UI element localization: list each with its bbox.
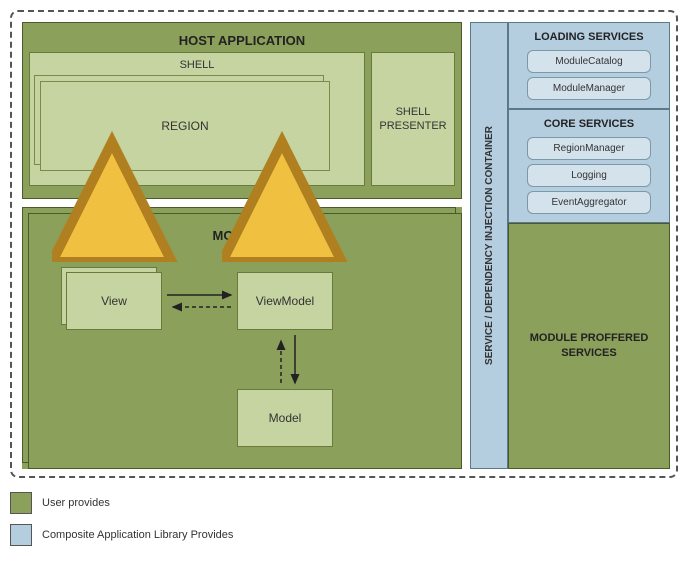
host-app-title: HOST APPLICATION [29, 29, 455, 52]
architecture-diagram: HOST APPLICATION SHELL REGION SHELL PRES… [10, 10, 678, 478]
event-aggregator-item: EventAggregator [527, 191, 651, 214]
shell-presenter-block: SHELL PRESENTER [371, 52, 455, 186]
legend-swatch-green [10, 492, 32, 514]
di-container-block: SERVICE / DEPENDENCY INJECTION CONTAINER [470, 22, 508, 469]
legend-user-row: User provides [10, 492, 678, 514]
shell-wrap: SHELL REGION SHELL PRESENTER [29, 52, 455, 186]
module-manager-item: ModuleManager [527, 77, 651, 100]
mvvm-area: View ViewModel Model [37, 249, 453, 449]
shell-title: SHELL [34, 57, 360, 73]
right-column: SERVICE / DEPENDENCY INJECTION CONTAINER… [470, 22, 670, 469]
legend-swatch-blue [10, 524, 32, 546]
modules-title: MODULES [37, 222, 453, 249]
module-catalog-item: ModuleCatalog [527, 50, 651, 73]
legend-lib-text: Composite Application Library Provides [42, 529, 233, 541]
legend-user-text: User provides [42, 497, 110, 509]
core-services-title: CORE SERVICES [544, 118, 634, 131]
loading-services-title: LOADING SERVICES [534, 31, 643, 44]
services-column: LOADING SERVICES ModuleCatalog ModuleMan… [508, 22, 670, 469]
logging-item: Logging [527, 164, 651, 187]
model-block: Model [237, 389, 333, 447]
shell-block: SHELL REGION [29, 52, 365, 186]
left-column: HOST APPLICATION SHELL REGION SHELL PRES… [22, 22, 462, 469]
di-container-label: SERVICE / DEPENDENCY INJECTION CONTAINER [484, 126, 495, 365]
module-proffered-block: MODULE PROFFERED SERVICES [508, 223, 670, 469]
region-stack: REGION [34, 75, 360, 175]
modules-block: MODULES View ViewModel Model [22, 207, 462, 469]
region-block: REGION [40, 81, 330, 171]
legend: User provides Composite Application Libr… [10, 492, 678, 546]
modules-front: MODULES View ViewModel Model [28, 213, 462, 469]
host-application-block: HOST APPLICATION SHELL REGION SHELL PRES… [22, 22, 462, 199]
region-manager-item: RegionManager [527, 137, 651, 160]
core-services-block: CORE SERVICES RegionManager Logging Even… [508, 109, 670, 223]
view-block: View [66, 272, 162, 330]
loading-services-block: LOADING SERVICES ModuleCatalog ModuleMan… [508, 22, 670, 109]
viewmodel-block: ViewModel [237, 272, 333, 330]
legend-lib-row: Composite Application Library Provides [10, 524, 678, 546]
